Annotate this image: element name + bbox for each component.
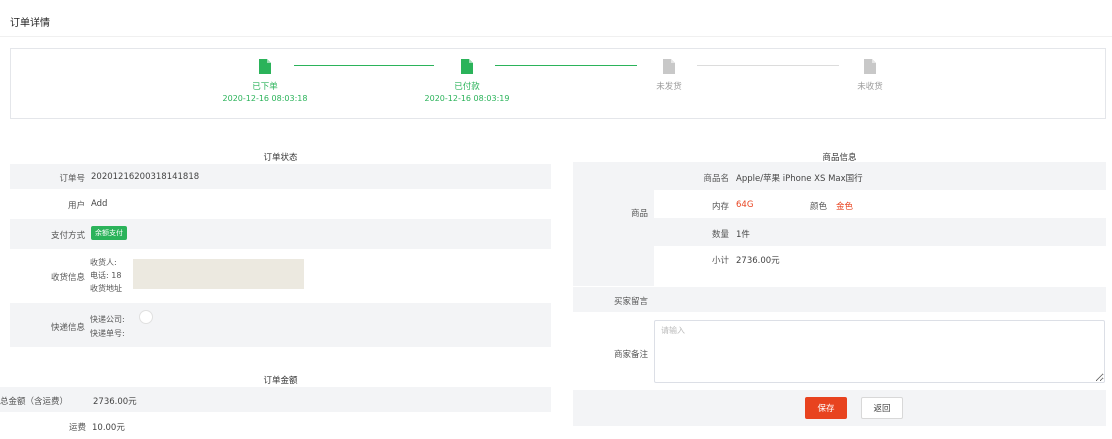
receipt-info-row: 收货信息 收货人: 电话: 18 收货地址: [10, 251, 551, 298]
qty-label: 数量: [711, 230, 729, 240]
total-row: 总金额（含运费） 2736.00元: [0, 387, 551, 412]
step-time: 2020-12-16 08:03:18: [222, 94, 308, 103]
color-value: 金色: [836, 202, 854, 212]
document-icon: [461, 59, 473, 74]
express-company-label: 快递公司:: [90, 315, 125, 324]
phone-label: 电话: 18: [90, 271, 122, 280]
freight-label: 运费: [68, 423, 86, 433]
document-icon: [259, 59, 271, 74]
step-label: 已付款: [454, 82, 480, 92]
express-no-label: 快递单号:: [90, 329, 125, 338]
back-button[interactable]: 返回: [861, 397, 903, 419]
goods-subtotal-row: 小计 2736.00元: [654, 246, 1106, 286]
express-status-circle: [139, 310, 153, 324]
goods-block: 商品 商品名 Apple/苹果 iPhone XS Max国行 内存 64G 颜…: [573, 162, 1106, 286]
step-label: 已下单: [252, 82, 278, 92]
color-label: 颜色: [810, 202, 828, 212]
order-progress-steps: 已下单 2020-12-16 08:03:18 已付款 2020-12-16 0…: [10, 48, 1106, 119]
goods-section-label: 商品: [630, 209, 648, 219]
total-value: 2736.00元: [93, 397, 137, 407]
express-info-row: 快递信息 快递公司: 快递单号:: [10, 303, 551, 347]
total-label: 总金额（含运费）: [0, 397, 69, 407]
goods-qty-row: 数量 1件: [654, 218, 1106, 246]
user-label: 用户: [67, 201, 85, 211]
receiver-label: 收货人:: [90, 258, 117, 267]
subtotal-value: 2736.00元: [736, 256, 780, 266]
merchant-note-label: 商家备注: [613, 350, 648, 360]
goods-name-label: 商品名: [703, 174, 729, 184]
page-title: 订单详情: [10, 18, 50, 29]
subtotal-label: 小计: [711, 256, 729, 266]
goods-detail: 商品名 Apple/苹果 iPhone XS Max国行 内存 64G 颜色 金…: [654, 162, 1106, 286]
save-button[interactable]: 保存: [805, 397, 847, 419]
address-label: 收货地址: [90, 284, 122, 293]
document-icon: [864, 59, 876, 74]
step-label: 未收货: [857, 82, 883, 92]
order-no-row: 订单号 20201216200318141818: [10, 164, 551, 189]
redaction-mask: [133, 259, 304, 289]
pay-method-badge: 余额支付: [91, 226, 127, 240]
order-amount-title: 订单金额: [263, 376, 298, 386]
receipt-info-label: 收货信息: [50, 273, 85, 283]
user-value: Add: [91, 199, 108, 209]
step-unreceived: 未收货: [815, 59, 925, 94]
order-no-value: 20201216200318141818: [91, 172, 200, 182]
order-no-label: 订单号: [59, 174, 85, 184]
goods-name-value: Apple/苹果 iPhone XS Max国行: [736, 174, 863, 184]
buyer-message-label: 买家留言: [613, 297, 648, 307]
title-divider: [0, 36, 1112, 37]
document-icon: [663, 59, 675, 74]
freight-value: 10.00元: [92, 423, 125, 433]
buyer-message-row: 买家留言: [573, 287, 1106, 312]
qty-value: 1件: [736, 230, 750, 240]
storage-label: 内存: [711, 202, 729, 212]
step-time: 2020-12-16 08:03:19: [424, 94, 510, 103]
pay-method-label: 支付方式: [50, 231, 85, 241]
pay-method-row: 支付方式 余额支付: [10, 219, 551, 249]
goods-spec-row: 内存 64G 颜色 金色: [654, 190, 1106, 218]
goods-name-row: 商品名 Apple/苹果 iPhone XS Max国行: [654, 162, 1106, 190]
express-info-label: 快递信息: [50, 323, 85, 333]
freight-row: 运费 10.00元: [0, 414, 551, 439]
step-label: 未发货: [656, 82, 682, 92]
merchant-note-input[interactable]: [654, 320, 1105, 383]
user-row: 用户 Add: [10, 191, 551, 216]
storage-value: 64G: [736, 200, 754, 210]
order-status-title: 订单状态: [263, 153, 298, 163]
